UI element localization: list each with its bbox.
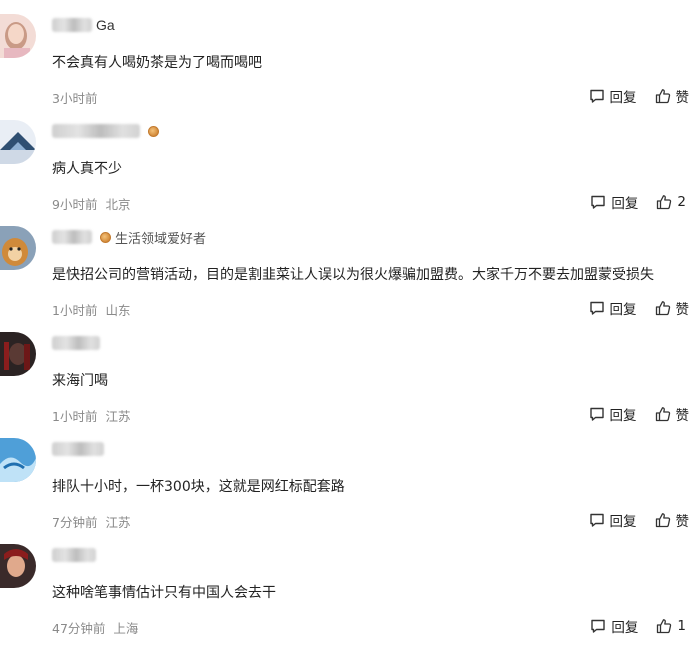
comment-item: Ga 不会真有人喝奶茶是为了喝而喝吧 3小时前 回复 赞 bbox=[0, 14, 689, 120]
comment-text: 这种啥笔事情估计只有中国人会去干 bbox=[52, 582, 276, 602]
comment-text: 来海门喝 bbox=[52, 370, 108, 390]
comment-bubble-icon bbox=[589, 300, 605, 316]
comment-location: 山东 bbox=[105, 300, 130, 319]
like-label: 赞 bbox=[676, 86, 689, 106]
level-badge-icon bbox=[148, 126, 159, 137]
reply-label: 回复 bbox=[610, 298, 637, 318]
reply-label: 回复 bbox=[611, 192, 638, 212]
username-blurred[interactable] bbox=[52, 18, 92, 32]
avatar[interactable] bbox=[0, 544, 36, 588]
reply-button[interactable]: 回复 bbox=[589, 404, 637, 424]
comment-bubble-icon bbox=[589, 406, 605, 422]
like-button[interactable]: 赞 bbox=[655, 510, 689, 530]
reply-label: 回复 bbox=[610, 86, 637, 106]
like-button[interactable]: 赞 bbox=[655, 86, 689, 106]
reply-button[interactable]: 回复 bbox=[590, 192, 638, 212]
comment-text: 病人真不少 bbox=[52, 158, 122, 178]
comment-text: 是快招公司的营销活动，目的是割韭菜让人误以为很火爆骗加盟费。大家千万不要去加盟蒙… bbox=[52, 264, 654, 284]
comment-time: 1小时前 bbox=[52, 300, 97, 319]
comment-item: 这种啥笔事情估计只有中国人会去干 47分钟前 上海 回复 1 bbox=[0, 544, 689, 650]
reply-label: 回复 bbox=[610, 510, 637, 530]
comment-bubble-icon bbox=[589, 88, 605, 104]
like-button[interactable]: 1 bbox=[656, 618, 686, 634]
thumbs-up-icon bbox=[655, 88, 671, 104]
reply-button[interactable]: 回复 bbox=[590, 616, 638, 636]
like-count: 2 bbox=[677, 194, 686, 210]
comment-location: 上海 bbox=[113, 618, 138, 637]
comment-location: 江苏 bbox=[105, 406, 130, 425]
comment-item: 生活领域爱好者 是快招公司的营销活动，目的是割韭菜让人误以为很火爆骗加盟费。大家… bbox=[0, 226, 689, 332]
avatar[interactable] bbox=[0, 120, 36, 164]
thumbs-up-icon bbox=[655, 300, 671, 316]
comment-time: 47分钟前 bbox=[52, 618, 105, 637]
avatar[interactable] bbox=[0, 14, 36, 58]
thumbs-up-icon bbox=[655, 406, 671, 422]
reply-button[interactable]: 回复 bbox=[589, 510, 637, 530]
avatar[interactable] bbox=[0, 226, 36, 270]
comment-bubble-icon bbox=[590, 618, 606, 634]
thumbs-up-icon bbox=[656, 194, 672, 210]
reply-label: 回复 bbox=[610, 404, 637, 424]
username[interactable]: Ga bbox=[96, 17, 115, 33]
like-button[interactable]: 2 bbox=[656, 194, 686, 210]
like-label: 赞 bbox=[676, 404, 689, 424]
comment-item: 排队十小时，一杯300块，这就是网红标配套路 7分钟前 江苏 回复 赞 bbox=[0, 438, 689, 544]
comment-time: 9小时前 bbox=[52, 194, 97, 213]
level-badge-icon bbox=[100, 232, 111, 243]
username-blurred[interactable] bbox=[52, 548, 96, 562]
username-blurred[interactable] bbox=[52, 124, 140, 138]
thumbs-up-icon bbox=[655, 512, 671, 528]
like-button[interactable]: 赞 bbox=[655, 298, 689, 318]
reply-label: 回复 bbox=[611, 616, 638, 636]
comment-bubble-icon bbox=[589, 512, 605, 528]
comment-text: 不会真有人喝奶茶是为了喝而喝吧 bbox=[52, 52, 262, 72]
comment-item: 来海门喝 1小时前 江苏 回复 赞 bbox=[0, 332, 689, 438]
like-button[interactable]: 赞 bbox=[655, 404, 689, 424]
comment-location: 江苏 bbox=[105, 512, 130, 531]
like-label: 赞 bbox=[676, 510, 689, 530]
avatar[interactable] bbox=[0, 332, 36, 376]
reply-button[interactable]: 回复 bbox=[589, 298, 637, 318]
reply-button[interactable]: 回复 bbox=[589, 86, 637, 106]
comment-bubble-icon bbox=[590, 194, 606, 210]
username-blurred[interactable] bbox=[52, 230, 92, 244]
comment-item: 病人真不少 9小时前 北京 回复 2 bbox=[0, 120, 689, 226]
user-badge-label: 生活领域爱好者 bbox=[115, 228, 206, 247]
avatar[interactable] bbox=[0, 438, 36, 482]
comment-time: 3小时前 bbox=[52, 88, 97, 107]
username-blurred[interactable] bbox=[52, 336, 100, 350]
like-label: 赞 bbox=[676, 298, 689, 318]
comment-text: 排队十小时，一杯300块，这就是网红标配套路 bbox=[52, 476, 345, 496]
thumbs-up-icon bbox=[656, 618, 672, 634]
username-blurred[interactable] bbox=[52, 442, 104, 456]
like-count: 1 bbox=[677, 618, 686, 634]
comment-time: 1小时前 bbox=[52, 406, 97, 425]
comment-location: 北京 bbox=[105, 194, 130, 213]
comment-time: 7分钟前 bbox=[52, 512, 97, 531]
